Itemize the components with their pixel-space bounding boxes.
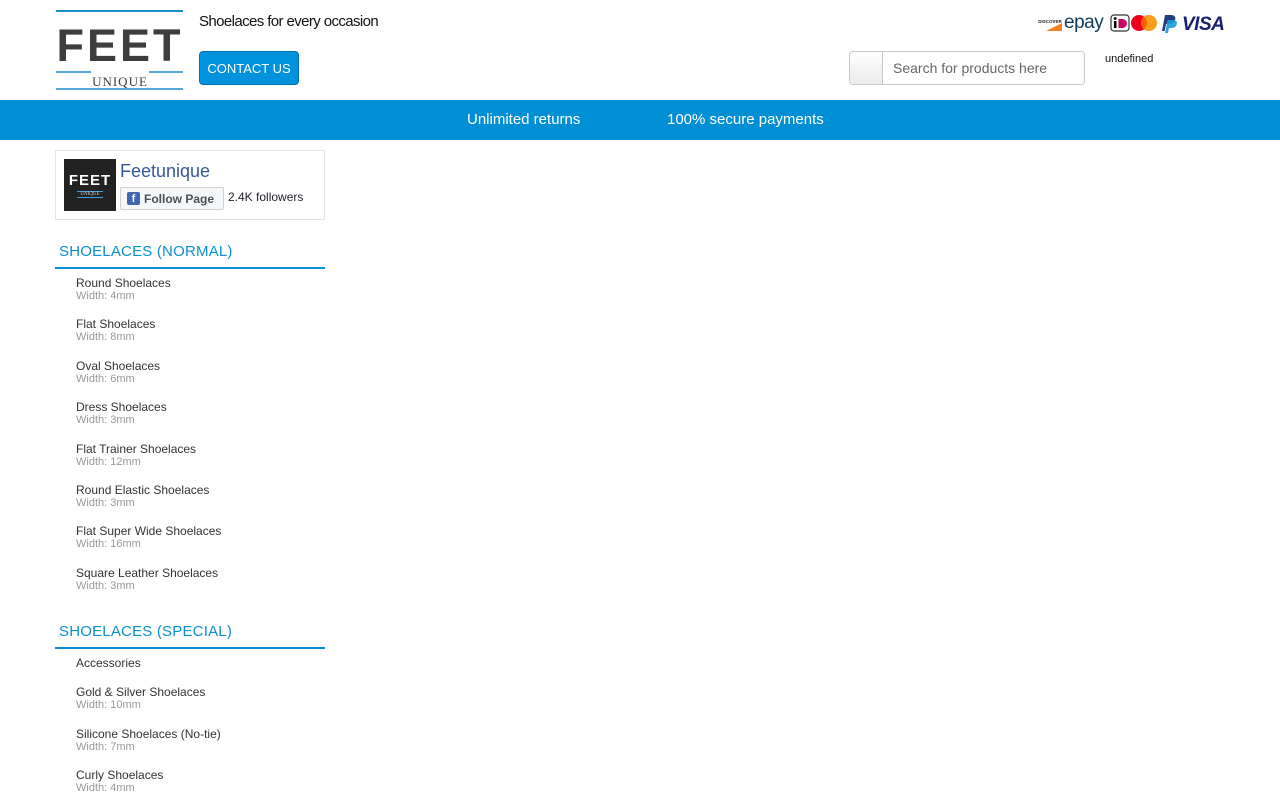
site-header: FEET UNIQUE Shoelaces for every occasion… xyxy=(0,0,1280,100)
avatar-sub-text: UNIQUE xyxy=(77,190,103,198)
category-item-width: Width: 4mm xyxy=(76,782,135,794)
category-item-name: Flat Trainer Shoelaces xyxy=(76,441,197,456)
mastercard-icon xyxy=(1131,15,1157,31)
feet-unique-logo[interactable]: FEET UNIQUE xyxy=(55,10,185,90)
category-item-width: Width: 8mm xyxy=(76,331,135,344)
category-item-width: Width: 6mm xyxy=(76,372,135,385)
undefined-label: undefined xyxy=(1105,53,1154,65)
site-tagline: Shoelaces for every occasion xyxy=(199,13,379,30)
benefit-unlimited-returns: Unlimited returns xyxy=(467,111,581,128)
category-item[interactable]: Flat Trainer Shoelaces Width: 12mm xyxy=(76,442,316,483)
logo-sub-text: UNIQUE xyxy=(92,74,148,89)
category-title-special: SHOELACES (SPECIAL) xyxy=(55,617,325,649)
follow-label: Follow Page xyxy=(144,191,215,206)
payment-methods: DISCOVER epay VISA xyxy=(1038,12,1224,35)
facebook-page-widget: FEET UNIQUE Feetunique f Follow Page 2.4… xyxy=(55,150,325,220)
category-item-width: Width: 12mm xyxy=(76,455,141,468)
category-item-name: Silicone Shoelaces (No-tie) xyxy=(76,726,221,741)
category-item-name: Square Leather Shoelaces xyxy=(76,565,219,580)
category-item[interactable]: Flat Super Wide Shoelaces Width: 16mm xyxy=(76,524,316,565)
avatar-main-text: FEET xyxy=(68,171,112,189)
discover-icon: DISCOVER xyxy=(1038,16,1062,31)
category-title-normal: SHOELACES (NORMAL) xyxy=(55,237,325,269)
category-item-name: Flat Shoelaces xyxy=(76,317,156,332)
epay-icon: epay xyxy=(1064,12,1105,33)
logo-main-text: FEET xyxy=(56,20,183,71)
category-item-name: Curly Shoelaces xyxy=(76,768,164,782)
svg-text:VISA: VISA xyxy=(1182,14,1224,35)
category-item-name: Gold & Silver Shoelaces xyxy=(76,685,206,699)
category-item-width: Width: 16mm xyxy=(76,538,141,551)
category-item[interactable]: Accessories xyxy=(76,656,316,685)
category-item-width: Width: 3mm xyxy=(76,414,135,427)
facebook-icon: f xyxy=(127,192,140,205)
category-item-width: Width: 7mm xyxy=(76,740,135,753)
category-item[interactable]: Square Leather Shoelaces Width: 3mm xyxy=(76,566,316,607)
svg-text:epay: epay xyxy=(1064,12,1104,33)
category-item[interactable]: Round Shoelaces Width: 4mm xyxy=(76,276,316,317)
category-item-name: Accessories xyxy=(76,656,141,670)
facebook-page-name[interactable]: Feetunique xyxy=(120,161,210,182)
category-item-name: Dress Shoelaces xyxy=(76,400,167,415)
category-item[interactable]: Oval Shoelaces Width: 6mm xyxy=(76,359,316,400)
svg-text:DISCOVER: DISCOVER xyxy=(1038,19,1062,24)
category-item-name: Flat Super Wide Shoelaces xyxy=(76,524,222,539)
facebook-followers-count: 2.4K followers xyxy=(228,190,304,204)
category-item[interactable]: Silicone Shoelaces (No-tie) Width: 7mm xyxy=(76,727,316,769)
category-item-name: Round Elastic Shoelaces xyxy=(76,482,210,497)
category-item-width: Width: 3mm xyxy=(76,496,135,509)
ideal-icon xyxy=(1110,14,1130,32)
category-item[interactable]: Flat Shoelaces Width: 8mm xyxy=(76,317,316,358)
category-item-width: Width: 10mm xyxy=(76,699,141,711)
search-bar xyxy=(849,51,1085,85)
category-item[interactable]: Curly Shoelaces Width: 4mm xyxy=(76,768,316,800)
category-item-name: Round Shoelaces xyxy=(76,276,171,290)
category-item-width: Width: 4mm xyxy=(76,290,135,302)
category-item[interactable]: Round Elastic Shoelaces Width: 3mm xyxy=(76,483,316,524)
category-item[interactable]: Gold & Silver Shoelaces Width: 10mm xyxy=(76,685,316,727)
category-item-width: Width: 3mm xyxy=(76,579,135,592)
benefit-bar: Unlimited returns 100% secure payments xyxy=(0,100,1280,140)
category-list-special: Accessories Gold & Silver Shoelaces Widt… xyxy=(76,656,316,800)
facebook-follow-button[interactable]: f Follow Page xyxy=(120,187,224,210)
contact-us-button[interactable]: CONTACT US xyxy=(199,51,299,85)
search-button[interactable] xyxy=(850,52,883,84)
benefit-secure-payments: 100% secure payments xyxy=(667,111,824,128)
visa-icon: VISA xyxy=(1182,14,1224,35)
category-item-name: Oval Shoelaces xyxy=(76,358,161,373)
facebook-page-avatar[interactable]: FEET UNIQUE xyxy=(64,159,116,211)
search-input[interactable] xyxy=(883,52,1084,84)
category-item[interactable]: Dress Shoelaces Width: 3mm xyxy=(76,400,316,441)
category-list-normal: Round Shoelaces Width: 4mm Flat Shoelace… xyxy=(76,276,316,607)
paypal-icon xyxy=(1162,15,1177,33)
